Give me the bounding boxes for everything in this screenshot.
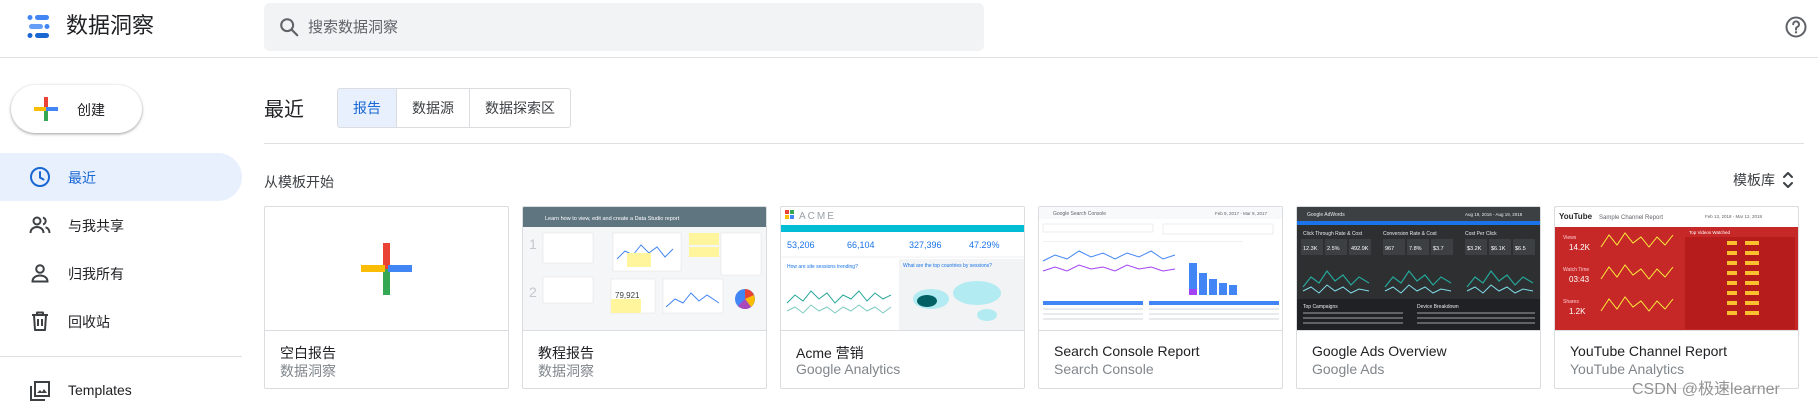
thumb-stat-label: Shares bbox=[1563, 299, 1579, 305]
sidebar-item-label: 回收站 bbox=[68, 314, 110, 330]
card-title: Google Ads Overview bbox=[1312, 343, 1447, 359]
thumb-kpi: 2.5% bbox=[1327, 246, 1340, 252]
card-subtitle: Google Analytics bbox=[796, 361, 901, 377]
thumb-kpi: 66,104 bbox=[847, 240, 875, 250]
template-thumbnail: YouTube Sample Channel Report Feb 13, 20… bbox=[1555, 207, 1798, 331]
trash-icon bbox=[32, 311, 48, 331]
thumb-question: What are the top countries by sessions? bbox=[903, 263, 992, 269]
watermark: CSDN @极速learner bbox=[1632, 381, 1780, 398]
sidebar-item-owned-by-me[interactable]: 归我所有 bbox=[0, 249, 242, 297]
thumb-kpi: $6.1K bbox=[1491, 246, 1506, 252]
thumb-kpi: 7.8% bbox=[1409, 246, 1422, 252]
thumb-kpi: 967 bbox=[1385, 246, 1394, 252]
help-icon[interactable] bbox=[1784, 15, 1808, 39]
template-thumbnail: Learn how to view, edit and create a Dat… bbox=[523, 207, 766, 331]
card-subtitle: Google Ads bbox=[1312, 361, 1385, 377]
thumb-date: Feb 13, 2018 - Mar 12, 2018 bbox=[1705, 214, 1763, 219]
thumb-metric-value: 79,921 bbox=[615, 291, 640, 300]
plus-icon bbox=[34, 97, 58, 121]
templates-heading: 从模板开始 bbox=[264, 174, 334, 190]
thumb-section-head: Conversion Rate & Cost bbox=[1383, 231, 1437, 237]
top-app-bar: 数据洞察 bbox=[0, 0, 1818, 58]
card-subtitle: 数据洞察 bbox=[538, 363, 594, 379]
thumb-question: How are site sessions trending? bbox=[787, 264, 858, 270]
data-studio-logo-icon[interactable] bbox=[24, 12, 56, 44]
thumb-banner-text: Learn how to view, edit and create a Dat… bbox=[545, 216, 680, 222]
sidebar-divider bbox=[0, 356, 242, 357]
template-thumbnail: Google Search Console Feb 9, 2017 - Mar … bbox=[1039, 207, 1282, 331]
thumb-kpi: 47.29% bbox=[969, 240, 1000, 250]
templates-icon bbox=[30, 381, 50, 401]
card-subtitle: Search Console bbox=[1054, 361, 1154, 377]
sidebar-item-label: 与我共享 bbox=[68, 218, 124, 234]
thumb-section-head: Cost Per Click bbox=[1465, 231, 1497, 237]
thumb-stat-value: 1.2K bbox=[1569, 307, 1586, 316]
main-divider bbox=[264, 143, 1804, 144]
sidebar-item-label: 归我所有 bbox=[68, 266, 124, 282]
people-icon bbox=[29, 216, 51, 234]
clock-icon bbox=[30, 167, 50, 187]
thumb-brand: Google AdWords bbox=[1307, 212, 1345, 218]
thumb-section-head: Device Breakdown bbox=[1417, 304, 1459, 310]
thumb-kpi: $3.7 bbox=[1433, 246, 1444, 252]
tab-data-sources[interactable]: 数据源 bbox=[397, 89, 470, 127]
thumb-brand: Google Search Console bbox=[1053, 211, 1106, 217]
card-title: 教程报告 bbox=[538, 345, 594, 361]
thumb-stat-value: 14.2K bbox=[1569, 243, 1591, 252]
thumb-date: Feb 9, 2017 - Mar 9, 2017 bbox=[1215, 211, 1268, 216]
thumb-step-number: 1 bbox=[529, 236, 537, 252]
template-card-tutorial[interactable]: Learn how to view, edit and create a Dat… bbox=[522, 206, 767, 389]
thumb-kpi: 53,206 bbox=[787, 240, 815, 250]
thumb-kpi: $3.2K bbox=[1467, 246, 1482, 252]
thumb-step-number: 2 bbox=[529, 284, 537, 300]
template-thumbnail: Google AdWords Aug 19, 2016 - Aug 19, 20… bbox=[1297, 207, 1540, 331]
thumb-brand: ACME bbox=[799, 211, 836, 222]
tab-reports[interactable]: 报告 bbox=[338, 89, 397, 127]
template-card-acme[interactable]: ACME 53,206 66,104 327,396 47.29% How ar… bbox=[780, 206, 1025, 389]
thumb-kpi: 327,396 bbox=[909, 240, 942, 250]
sidebar-item-templates[interactable]: Templates bbox=[0, 367, 242, 403]
sidebar-item-recent[interactable]: 最近 bbox=[0, 153, 242, 201]
sidebar-item-shared-with-me[interactable]: 与我共享 bbox=[0, 201, 242, 249]
view-tabs: 报告 数据源 数据探索区 bbox=[337, 88, 571, 128]
thumb-kpi: 492.9K bbox=[1351, 246, 1369, 252]
card-title: Search Console Report bbox=[1054, 343, 1200, 359]
person-icon bbox=[31, 264, 49, 283]
tab-explorer[interactable]: 数据探索区 bbox=[470, 89, 570, 127]
card-title: YouTube Channel Report bbox=[1570, 343, 1727, 359]
card-title: 空白报告 bbox=[280, 345, 336, 361]
plus-icon bbox=[361, 243, 412, 295]
template-thumbnail: ACME 53,206 66,104 327,396 47.29% How ar… bbox=[781, 207, 1024, 331]
create-button[interactable]: 创建 bbox=[11, 85, 142, 133]
card-subtitle: 数据洞察 bbox=[280, 363, 336, 379]
template-card-blank[interactable]: 空白报告 数据洞察 bbox=[264, 206, 509, 389]
section-title: 最近 bbox=[264, 99, 304, 121]
thumb-stat-label: Views bbox=[1563, 235, 1577, 241]
thumb-table-title: Top Videos Watched bbox=[1689, 230, 1731, 235]
search-bar[interactable] bbox=[264, 3, 984, 51]
thumb-heading: Sample Channel Report bbox=[1599, 215, 1663, 221]
thumb-date: Aug 19, 2016 - Aug 19, 2018 bbox=[1465, 212, 1523, 217]
thumb-kpi: $6.5 bbox=[1515, 246, 1526, 252]
template-thumbnail bbox=[265, 207, 508, 331]
search-input[interactable] bbox=[308, 3, 968, 51]
template-gallery-link[interactable]: 模板库 bbox=[1733, 170, 1775, 190]
thumb-kpi: 12.3K bbox=[1303, 246, 1318, 252]
search-icon[interactable] bbox=[278, 16, 300, 38]
unfold-more-icon[interactable] bbox=[1781, 169, 1795, 191]
thumb-stat-value: 03:43 bbox=[1569, 275, 1590, 284]
app-title[interactable]: 数据洞察 bbox=[66, 11, 154, 41]
thumb-section-head: Top Campaigns bbox=[1303, 304, 1338, 310]
template-card-youtube[interactable]: YouTube Sample Channel Report Feb 13, 20… bbox=[1554, 206, 1799, 389]
template-card-search-console[interactable]: Google Search Console Feb 9, 2017 - Mar … bbox=[1038, 206, 1283, 389]
create-button-label: 创建 bbox=[77, 102, 105, 118]
thumb-brand: YouTube bbox=[1559, 212, 1593, 221]
sidebar-item-trash[interactable]: 回收站 bbox=[0, 297, 242, 345]
card-title: Acme 营销 bbox=[796, 345, 864, 361]
sidebar-item-label: 最近 bbox=[68, 170, 96, 186]
template-card-google-ads[interactable]: Google AdWords Aug 19, 2016 - Aug 19, 20… bbox=[1296, 206, 1541, 389]
sidebar-item-label: Templates bbox=[68, 382, 132, 398]
thumb-section-head: Click Through Rate & Cost bbox=[1303, 231, 1363, 237]
thumb-stat-label: Watch Time bbox=[1563, 267, 1589, 273]
